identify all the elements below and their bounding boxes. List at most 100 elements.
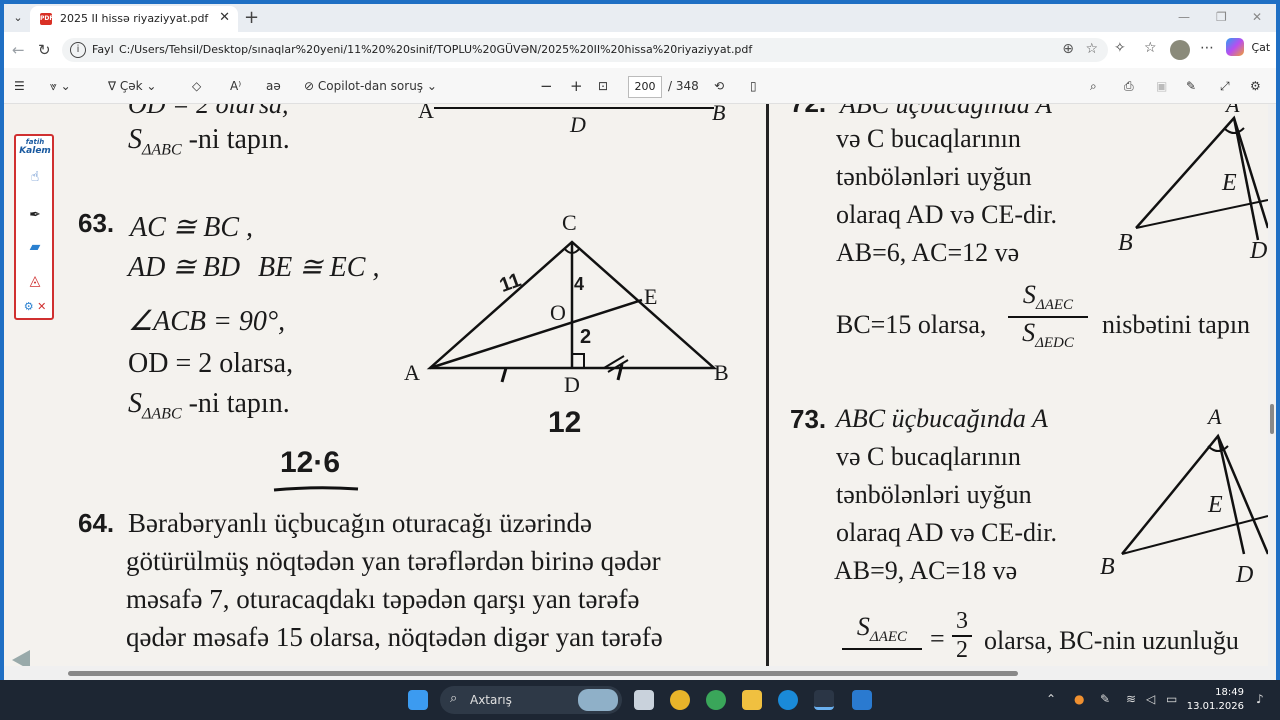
back-icon[interactable]: ← <box>12 41 25 59</box>
fig63-label-e: E <box>644 284 658 309</box>
start-windows-icon[interactable] <box>408 690 428 710</box>
browser-window: ⌄ PDF 2025 II hissə riyaziyyat.pdf ✕ + —… <box>4 4 1276 680</box>
minimize-icon[interactable]: — <box>1178 10 1190 24</box>
close-tab-icon[interactable]: ✕ <box>219 10 230 25</box>
problem-73-line0: ABC üçbucağında A <box>836 404 1048 433</box>
prev-triangle-label-b: B <box>712 104 726 125</box>
tab-list-icon[interactable]: ⌄ <box>10 10 26 26</box>
problem-63-line2b: BE ≅ EC , <box>258 252 380 283</box>
highlight-icon[interactable]: ⩔ ⌄ <box>50 79 71 94</box>
horizontal-scrollbar[interactable] <box>4 666 1276 680</box>
tray-overflow-icon[interactable]: ⌃ <box>1046 692 1056 706</box>
prev-problem-fragment: OD = 2 olarsa, <box>128 104 289 119</box>
volume-icon[interactable]: ◁ <box>1146 692 1155 706</box>
page-view-icon[interactable]: ▯ <box>750 79 757 93</box>
pdf-icon: PDF <box>40 13 53 25</box>
translate-icon[interactable]: aə <box>266 79 281 93</box>
handwritten-2: 2 <box>580 326 592 348</box>
favorite-star-icon[interactable]: ☆ <box>1085 41 1098 57</box>
copilot-icon <box>1226 38 1244 56</box>
fig72-angle-arc <box>1223 127 1245 134</box>
url-scheme-label: Fayl <box>92 43 114 56</box>
fig72-label-b: B <box>1118 230 1133 256</box>
chrome-profile-icon[interactable] <box>706 690 726 710</box>
extensions-icon[interactable]: ✧ <box>1114 40 1126 56</box>
microphone-icon[interactable]: ● <box>1074 692 1084 706</box>
address-bar[interactable]: i Fayl C:/Users/Tehsil/Desktop/sınaqlar%… <box>62 38 1108 62</box>
tab-pdf[interactable]: PDF 2025 II hissə riyaziyyat.pdf ✕ <box>30 6 238 32</box>
pen-tray-icon[interactable]: ✎ <box>1100 692 1110 706</box>
shapes-icon[interactable]: ◬ <box>21 270 49 292</box>
problem-64-line4: qədər məsafə 15 olarsa, nöqtədən digər y… <box>126 622 663 652</box>
problem-73-eq: = <box>930 624 945 653</box>
refresh-icon[interactable]: ↻ <box>38 41 51 59</box>
fig63-label-a: A <box>404 360 420 385</box>
chrome-icon[interactable] <box>670 690 690 710</box>
fig72-label-e: E <box>1222 170 1237 196</box>
vertical-scrollbar[interactable] <box>1268 104 1276 666</box>
notification-bell-icon[interactable]: ♪ <box>1256 692 1264 706</box>
tick-ad <box>500 367 508 383</box>
vertical-scroll-thumb[interactable] <box>1270 404 1274 434</box>
pdf-toolbar: ☰ ⩔ ⌄ ∇ Çək ⌄ ◇ A⁾ aə ⊘ Copilot-dan soru… <box>4 68 1276 104</box>
handwritten-underline <box>273 486 359 492</box>
horizontal-scroll-thumb[interactable] <box>68 671 1018 676</box>
pen-icon[interactable]: ✒ <box>21 204 49 226</box>
zoom-icon[interactable]: ⊕ <box>1062 41 1074 57</box>
problem-73-line1: və C bucaqlarının <box>836 442 1021 471</box>
maximize-icon[interactable]: ❐ <box>1216 10 1227 24</box>
palette-close-icon[interactable]: ✕ <box>37 300 46 313</box>
edge-icon[interactable] <box>778 690 798 710</box>
collapse-arrow-icon[interactable] <box>12 650 30 666</box>
task-view-icon[interactable] <box>634 690 654 710</box>
palette-logo: fatih Kalem <box>19 138 51 156</box>
zoom-in-icon[interactable]: + <box>570 77 583 95</box>
wifi-icon[interactable]: ≋ <box>1126 692 1136 706</box>
fig63-label-d: D <box>564 372 580 397</box>
fit-page-icon[interactable]: ⊡ <box>598 79 608 93</box>
taskbar-search[interactable]: ⌕ Axtarış <box>440 686 622 714</box>
tab-strip: ⌄ PDF 2025 II hissə riyaziyyat.pdf ✕ + —… <box>4 4 1276 32</box>
file-explorer-icon[interactable] <box>742 690 762 710</box>
new-tab-icon[interactable]: + <box>244 7 259 28</box>
page-total: / 348 <box>668 79 699 93</box>
save-icon[interactable]: ▣ <box>1156 79 1167 93</box>
profile-avatar[interactable] <box>1170 40 1190 60</box>
copilot-ask-label: Copilot-dan soruş <box>317 79 424 93</box>
pointer-hand-icon[interactable]: ☝ <box>21 166 49 188</box>
rotate-icon[interactable]: ⟲ <box>714 79 724 93</box>
url-text[interactable]: C:/Users/Tehsil/Desktop/sınaqlar%20yeni/… <box>119 43 752 56</box>
print-icon[interactable]: ⎙ <box>1124 79 1134 94</box>
clock[interactable]: 18:49 13.01.2026 <box>1187 686 1244 714</box>
save-as-icon[interactable]: ✎ <box>1186 79 1196 93</box>
problem-63-line2a: AD ≅ BD <box>128 252 241 283</box>
prev-triangle-label-a: A <box>418 104 434 123</box>
problem-73-figure <box>1121 433 1268 555</box>
problem-72-fraction: SΔAEC SΔEDC <box>1008 280 1088 352</box>
fig72-label-a: A <box>1226 104 1240 117</box>
more-menu-icon[interactable]: ⋯ <box>1200 40 1214 56</box>
copilot-button[interactable]: Çat <box>1226 38 1270 62</box>
settings-gear-icon[interactable]: ⚙ <box>1250 79 1261 93</box>
battery-icon[interactable]: ▭ <box>1166 692 1177 706</box>
screen-app-icon[interactable] <box>852 690 872 710</box>
favorites-icon[interactable]: ☆ <box>1144 40 1157 56</box>
copilot-ask-button[interactable]: ⊘ Copilot-dan soruş ⌄ <box>304 79 437 93</box>
pdf-document-area[interactable]: OD = 2 olarsa, SΔABC -ni tapın. A D B 63… <box>4 104 1276 666</box>
fullscreen-icon[interactable]: ⤢ <box>1220 79 1230 94</box>
page-number-input[interactable]: 200 <box>628 76 662 98</box>
zoom-out-icon[interactable]: − <box>540 77 553 95</box>
annotation-palette[interactable]: fatih Kalem ☝ ✒ ▰ ◬ ⚙ ✕ <box>14 134 54 320</box>
info-icon[interactable]: i <box>70 42 86 58</box>
pen-app-icon[interactable] <box>814 690 834 710</box>
close-window-icon[interactable]: ✕ <box>1252 10 1262 24</box>
draw-button[interactable]: ∇ Çək ⌄ <box>108 79 156 93</box>
taskbar: ⌕ Axtarış ⌃ ● ✎ ≋ ◁ ▭ 18:49 13.01.2026 ♪ <box>0 680 1280 720</box>
eraser-icon[interactable]: ◇ <box>192 79 201 93</box>
palette-settings-icon[interactable]: ⚙ ✕ <box>21 296 49 318</box>
read-aloud-icon[interactable]: A⁾ <box>230 79 241 93</box>
eraser-tool-icon[interactable]: ▰ <box>21 236 49 258</box>
contents-icon[interactable]: ☰ <box>14 79 25 93</box>
search-icon[interactable]: ⌕ <box>1090 79 1097 94</box>
fig73-label-d: D <box>1236 562 1254 588</box>
